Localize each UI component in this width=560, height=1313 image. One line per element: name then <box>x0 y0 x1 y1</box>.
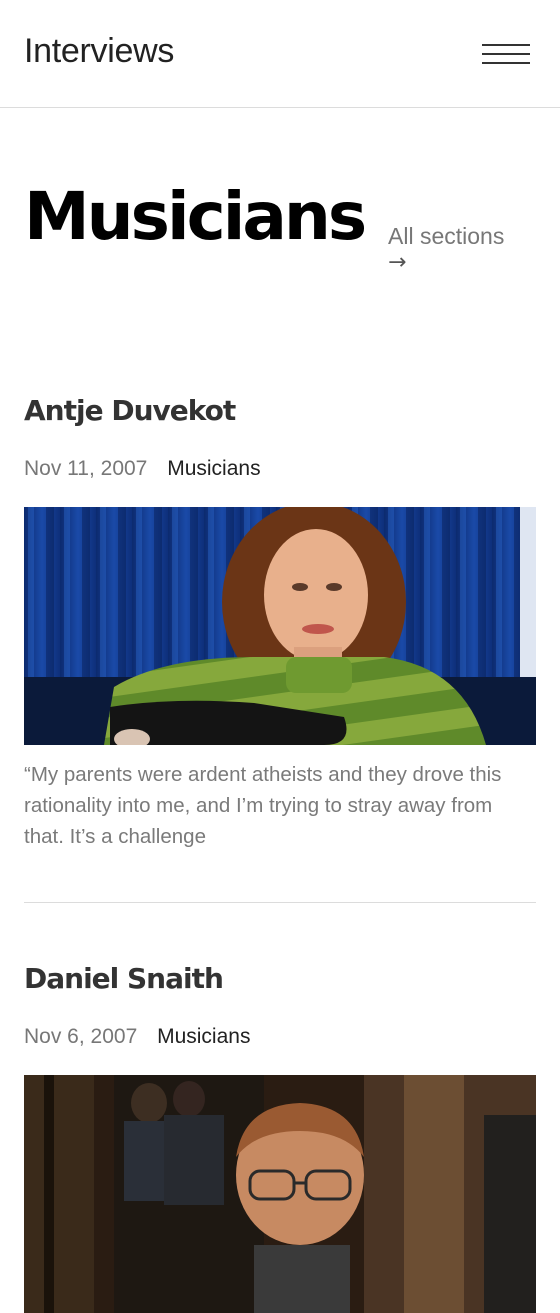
post-title[interactable]: Daniel Snaith <box>24 962 536 995</box>
menu-line <box>482 53 530 55</box>
post-meta: Nov 11, 2007 Musicians <box>24 457 536 481</box>
post-category-link[interactable]: Musicians <box>157 1025 250 1048</box>
post-title[interactable]: Antje Duvekot <box>24 394 536 427</box>
post-divider <box>24 902 536 903</box>
post-date: Nov 6, 2007 <box>24 1025 138 1048</box>
menu-line <box>482 62 530 64</box>
post-photo[interactable] <box>24 1075 536 1313</box>
post-category-link[interactable]: Musicians <box>167 457 260 480</box>
menu-line <box>482 44 530 46</box>
post-date: Nov 11, 2007 <box>24 457 148 480</box>
post-meta: Nov 6, 2007 Musicians <box>24 1025 536 1049</box>
all-sections-label: All sections <box>388 223 505 249</box>
site-title[interactable]: Interviews <box>24 32 174 71</box>
post-photo-illustration <box>24 1075 536 1313</box>
post-excerpt: “My parents were ardent atheists and the… <box>24 763 502 848</box>
hamburger-menu-icon[interactable] <box>482 42 530 66</box>
all-sections-link[interactable]: All sections → <box>388 222 538 276</box>
section-title: Musicians <box>24 178 367 255</box>
post-photo[interactable] <box>24 507 536 745</box>
post-photo-illustration <box>24 507 536 745</box>
post-item: Daniel Snaith Nov 6, 2007 Musicians <box>24 962 536 1313</box>
arrow-right-icon: → <box>388 250 407 275</box>
site-header: Interviews <box>0 0 560 108</box>
post-item: Antje Duvekot Nov 11, 2007 Musicians “My… <box>24 394 536 852</box>
